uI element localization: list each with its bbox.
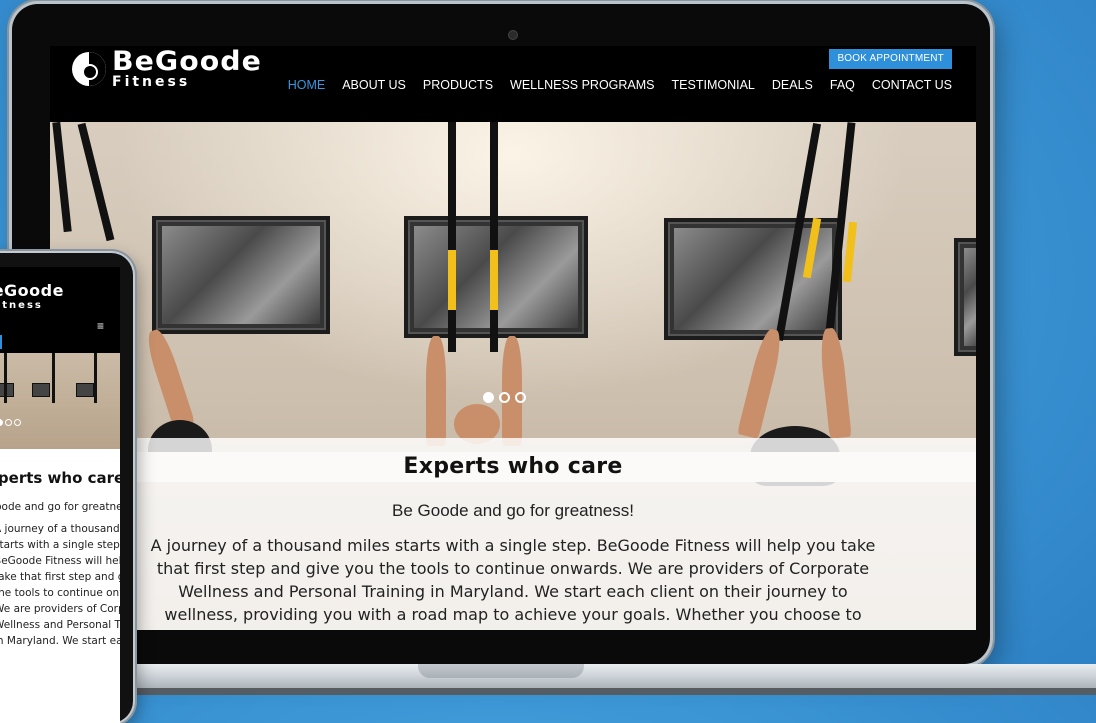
phone-device: BeGoode Fitness ≡ Experts who care Be Go… [0,253,133,723]
book-appointment-button[interactable]: BOOK APPOINTMENT [829,49,952,69]
slider-dot-2[interactable] [499,392,510,403]
hero-subtitle: Be Goode and go for greatness! [392,501,634,520]
phone-body-line: in Maryland. We start each client [0,635,120,647]
hero-body-line: A journey of a thousand miles starts wit… [150,536,876,555]
hero-body: A journey of a thousand miles starts wit… [133,534,893,626]
phone-body-line: We are providers of Corporate [0,603,120,615]
hero-person [502,336,522,446]
site-header: BeGoode Fitness BOOK APPOINTMENT HOME AB… [50,46,976,122]
phone-slider-dots [0,419,21,426]
main-nav: HOME ABOUT US PRODUCTS WELLNESS PROGRAMS… [288,78,952,92]
hero-slider: Experts who care Be Goode and go for gre… [50,122,976,630]
hero-person [426,336,446,446]
hero-title: Experts who care [403,454,623,479]
slider-dot-1[interactable] [483,392,494,403]
phone-body-line: BeGoode Fitness will help you [0,555,120,567]
phone-hero-image [0,353,120,449]
phone-body-line: A journey of a thousand miles [0,523,120,535]
phone-screen: BeGoode Fitness ≡ Experts who care Be Go… [0,267,120,723]
hero-body-line: wellness, providing you with a road map … [164,605,862,624]
site-logo[interactable]: BeGoode Fitness [72,48,261,90]
slider-dot-3[interactable] [515,392,526,403]
phone-header: BeGoode Fitness ≡ [0,267,120,353]
nav-faq[interactable]: FAQ [830,78,855,92]
laptop-bottom-edge [0,688,1096,695]
nav-deals[interactable]: DEALS [772,78,813,92]
hero-strap-handle [448,250,456,310]
phone-hero-strap [52,353,55,403]
phone-hero-body: A journey of a thousand miles starts wit… [0,521,120,649]
hero-strap [490,122,498,352]
hero-strap [448,122,456,352]
logo-line1: BeGoode [112,46,262,77]
hero-wall-frame [152,216,330,334]
phone-hero-subtitle: Be Goode and go for greatness! [0,501,120,513]
logo-text: BeGoode Fitness [112,48,261,90]
hero-body-line: that first step and give you the tools t… [156,559,870,578]
nav-testimonial[interactable]: TESTIMONIAL [672,78,755,92]
phone-body-line: Wellness and Personal Training [0,619,120,631]
phone-hero-strap [4,353,7,403]
phone-logo-line2: Fitness [0,300,43,311]
phone-book-button[interactable] [0,335,2,349]
logo-line2: Fitness [112,74,191,90]
phone-slider-dot[interactable] [0,419,3,426]
hero-strap-handle [490,250,498,310]
phone-hero-frame [0,383,14,397]
nav-about-us[interactable]: ABOUT US [342,78,406,92]
phone-hero-frame [32,383,50,397]
hamburger-icon[interactable]: ≡ [97,319,104,333]
phone-hero-title: Experts who care [0,469,120,487]
phone-slider-dot[interactable] [5,419,12,426]
laptop-screen: BeGoode Fitness BOOK APPOINTMENT HOME AB… [50,46,976,630]
phone-body-line: starts with a single step. [0,539,120,551]
phone-body-line: the tools to continue onwards. [0,587,120,599]
phone-logo-line1[interactable]: BeGoode [0,281,64,300]
nav-products[interactable]: PRODUCTS [423,78,493,92]
laptop-device: BeGoode Fitness BOOK APPOINTMENT HOME AB… [12,4,990,664]
hero-wall-frame [954,238,976,356]
laptop-notch [418,664,584,678]
logo-icon [72,51,106,86]
phone-hero-frame [76,383,94,397]
slider-dots [483,392,526,403]
nav-contact-us[interactable]: CONTACT US [872,78,952,92]
hero-body-line: Wellness and Personal Training in Maryla… [178,582,848,601]
phone-slider-dot[interactable] [14,419,21,426]
hero-content-panel: Experts who care Be Goode and go for gre… [50,438,976,630]
nav-home[interactable]: HOME [288,78,326,92]
phone-hero-strap [94,353,97,403]
nav-wellness-programs[interactable]: WELLNESS PROGRAMS [510,78,654,92]
phone-body-line: take that first step and give you [0,571,120,583]
camera-icon [508,30,518,40]
